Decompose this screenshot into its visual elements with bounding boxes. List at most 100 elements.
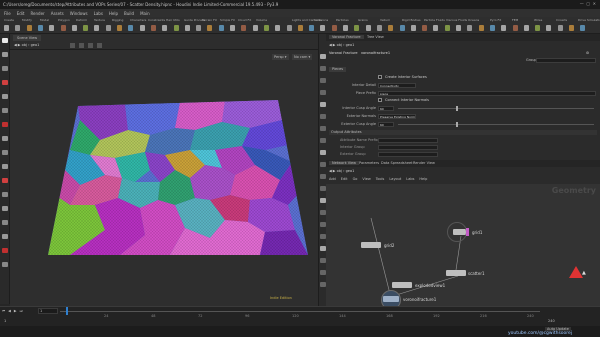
param-slider[interactable]	[398, 123, 594, 125]
menu-item[interactable]: Labs	[94, 11, 103, 16]
shelf-tool-icon[interactable]	[467, 25, 473, 31]
shelf-tool-icon[interactable]	[331, 25, 337, 31]
shelf-tool-icon[interactable]	[489, 25, 495, 31]
shelf-tool-icon[interactable]	[535, 25, 541, 31]
display-icon[interactable]	[70, 43, 75, 48]
shelf-tool-icon[interactable]	[263, 25, 269, 31]
param-field[interactable]: 60	[378, 106, 394, 112]
menu-item[interactable]: Main	[140, 11, 150, 16]
window-controls[interactable]: — ▢ ✕	[580, 1, 596, 6]
slider-handle[interactable]	[456, 121, 458, 127]
tab-render-view[interactable]: Render View	[410, 161, 438, 165]
skip-start-icon[interactable]: ⏮	[2, 309, 5, 313]
shelf-tab[interactable]: Wires	[534, 18, 542, 23]
node-grid2[interactable]	[361, 242, 381, 248]
shelf-tab[interactable]: Rigid Bodies	[402, 18, 421, 23]
viewport-tool-icon[interactable]	[2, 52, 8, 57]
shelf-tool-icon[interactable]	[569, 25, 574, 31]
display-icon[interactable]	[97, 43, 102, 48]
shelf-tool-icon[interactable]	[275, 25, 281, 31]
menu-item[interactable]: Help	[109, 11, 118, 16]
scene-viewport[interactable]: Persp ▾ No cam ▾ Indie Edition	[10, 50, 318, 306]
tab-pieces[interactable]: Pieces	[329, 67, 347, 72]
shelf-tab[interactable]: Modify	[22, 18, 32, 23]
menu-item[interactable]: Windows	[70, 11, 88, 16]
shelf-tool-icon[interactable]	[15, 25, 21, 31]
shelf-tool-icon[interactable]	[173, 25, 179, 31]
shelf-tool-icon[interactable]	[94, 25, 100, 31]
viewport-tool-icon[interactable]	[2, 164, 8, 169]
shelf-tool-icon[interactable]	[456, 25, 461, 31]
shelf-tool-icon[interactable]	[218, 25, 224, 31]
display-icon[interactable]	[79, 43, 84, 48]
viewport-tool-icon[interactable]	[2, 192, 8, 197]
network-menu-item[interactable]: Go	[353, 177, 358, 181]
shelf-tool-icon[interactable]	[286, 25, 292, 31]
shelf-tab[interactable]: Oceans	[468, 18, 479, 23]
shelf-tool-icon[interactable]	[388, 25, 394, 31]
shelf-tool-icon[interactable]	[580, 25, 586, 31]
viewport-tool-icon[interactable]	[2, 122, 8, 127]
shelf-tab[interactable]: Rigging	[112, 18, 123, 23]
group-field[interactable]	[536, 58, 596, 63]
tab-network-view[interactable]: Network View	[329, 161, 360, 165]
shelf-tab[interactable]: Characters	[130, 18, 146, 23]
shelf-tab[interactable]: Polygon	[58, 18, 70, 23]
network-menu-item[interactable]: Edit	[341, 177, 348, 181]
tab-voronoi-fracture[interactable]: Voronoi Fracture	[329, 35, 364, 39]
shelf-tool-icon[interactable]	[512, 25, 518, 31]
shelf-tool-icon[interactable]	[184, 25, 190, 31]
shelf-tab[interactable]: Volume	[256, 18, 267, 23]
viewport-tool-icon[interactable]	[2, 94, 8, 99]
shelf-tool-icon[interactable]	[49, 25, 55, 31]
shelf-tool-icon[interactable]	[71, 25, 77, 31]
play-icon[interactable]: ▶	[14, 309, 17, 313]
shelf-tool-icon[interactable]	[230, 25, 235, 31]
menu-item[interactable]: File	[4, 11, 11, 16]
shelf-tab[interactable]: Vellum	[380, 18, 390, 23]
shelf-tab[interactable]: Grains	[358, 18, 368, 23]
network-menu-item[interactable]: Layout	[389, 177, 401, 181]
network-menu-item[interactable]: Tools	[376, 177, 385, 181]
skip-end-icon[interactable]: ⏭	[20, 309, 23, 313]
viewport-tool-icon[interactable]	[2, 38, 8, 43]
param-field[interactable]: Connectivity	[378, 82, 416, 88]
shelf-tool-icon[interactable]	[37, 25, 43, 31]
viewport-tool-icon[interactable]	[2, 220, 8, 225]
shelf-tool-icon[interactable]	[117, 25, 122, 31]
viewport-tool-icon[interactable]	[2, 234, 8, 239]
shelf-tool-icon[interactable]	[207, 25, 213, 31]
shelf-tab[interactable]: Model	[40, 18, 49, 23]
shelf-tool-icon[interactable]	[105, 25, 111, 31]
shelf-tab[interactable]: Pyro FX	[490, 18, 501, 23]
menu-item[interactable]: Build	[124, 11, 134, 16]
frame-field[interactable]: 1	[38, 308, 58, 314]
output-attributes-header[interactable]: Output Attributes	[329, 130, 597, 135]
shelf-tab[interactable]: FEM	[512, 18, 518, 23]
menu-item[interactable]: Render	[30, 11, 44, 16]
range-start[interactable]: 1	[4, 319, 6, 323]
viewport-tool-icon[interactable]	[2, 206, 8, 211]
shelf-tool-icon[interactable]	[376, 25, 382, 31]
param-slider[interactable]	[398, 108, 594, 110]
shelf-tool-icon[interactable]	[252, 25, 258, 31]
output-field[interactable]	[378, 152, 438, 157]
viewport-tool-icon[interactable]	[2, 178, 8, 183]
timeline-track[interactable]	[60, 311, 540, 312]
param-checkbox[interactable]	[378, 98, 382, 103]
shelf-tool-icon[interactable]	[478, 25, 484, 31]
shelf-tool-icon[interactable]	[444, 25, 450, 31]
shelf-tool-icon[interactable]	[309, 25, 315, 31]
network-menu-item[interactable]: Labs	[406, 177, 414, 181]
shelf-tab[interactable]: Drive Simulation	[578, 18, 600, 23]
shelf-tool-icon[interactable]	[433, 25, 439, 31]
param-checkbox[interactable]	[378, 75, 382, 79]
shelf-tab[interactable]: Texture	[94, 18, 105, 23]
param-path[interactable]: ◀ ▶ obj › geo1	[329, 43, 354, 47]
param-field[interactable]: Preserve Existing Normals	[378, 114, 416, 119]
shelf-tool-icon[interactable]	[60, 25, 66, 31]
shelf-tool-icon[interactable]	[150, 25, 156, 31]
network-menu-item[interactable]: View	[362, 177, 370, 181]
tab-scene-view[interactable]: Scene View	[13, 35, 42, 41]
shelf-tool-icon[interactable]	[343, 25, 348, 31]
